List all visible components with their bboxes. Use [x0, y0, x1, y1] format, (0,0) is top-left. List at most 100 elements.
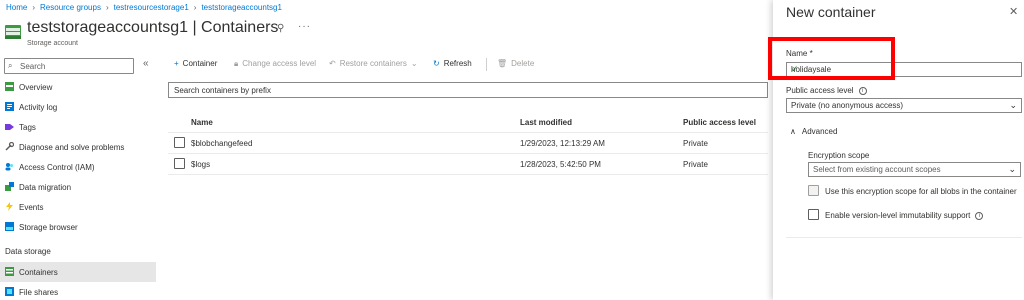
panel-divider	[786, 237, 1022, 238]
advanced-section-toggle[interactable]: ∧ Advanced	[790, 127, 837, 136]
table-row[interactable]: $logs 1/28/2023, 5:42:50 PM Private	[168, 154, 768, 175]
public-access-value: Private (no anonymous access)	[791, 101, 904, 110]
encryption-scope-dropdown[interactable]: Select from existing account scopes ⌄	[808, 162, 1021, 177]
lightning-icon	[6, 202, 13, 211]
sidebar-item-iam[interactable]: Access Control (IAM)	[0, 157, 156, 177]
immutability-checkbox-label: Enable version-level immutability suppor…	[825, 211, 984, 220]
public-access-label-text: Public access level	[786, 86, 854, 95]
page: Home › Resource groups › testresourcestorage…	[0, 0, 1024, 300]
storage-account-icon	[5, 25, 21, 39]
toolbar-divider	[486, 58, 487, 71]
lock-icon: 🔒︎	[234, 59, 239, 68]
change-access-label: Change access level	[242, 59, 317, 68]
sidebar-item-label: Data migration	[19, 183, 72, 192]
public-access-dropdown[interactable]: Private (no anonymous access) ⌄	[786, 98, 1022, 113]
chevron-right-icon: ›	[105, 3, 109, 12]
activity-log-icon	[5, 102, 14, 111]
column-header-last-modified[interactable]: Last modified	[520, 118, 572, 127]
sidebar-item-file-shares[interactable]: File shares	[0, 282, 156, 300]
trash-icon: 🗑︎	[497, 59, 508, 68]
sidebar-item-label: Diagnose and solve problems	[19, 143, 125, 152]
chevron-down-icon: ⌄	[1009, 100, 1017, 110]
sidebar-search-input[interactable]: ⌕ Search	[4, 58, 134, 74]
sidebar-item-diagnose[interactable]: Diagnose and solve problems	[0, 137, 156, 157]
sidebar-item-label: Containers	[19, 268, 58, 277]
delete-label: Delete	[511, 59, 535, 68]
breadcrumb-home[interactable]: Home	[6, 3, 27, 12]
migration-icon	[5, 182, 14, 191]
info-icon[interactable]: i	[975, 211, 984, 220]
undo-icon: ↶	[329, 59, 336, 68]
encryption-scope-label: Encryption scope	[808, 151, 870, 160]
refresh-button[interactable]: ↻ Refresh	[433, 59, 472, 68]
sidebar-item-storage-browser[interactable]: Storage browser	[0, 217, 156, 237]
collapse-sidebar-button[interactable]: «	[143, 58, 149, 69]
sidebar-section-data-storage: Data storage	[5, 247, 51, 256]
close-icon[interactable]: ✕	[1009, 5, 1018, 18]
chevron-up-icon: ∧	[790, 127, 796, 136]
more-options-icon[interactable]: ···	[298, 21, 311, 32]
container-search-input[interactable]: Search containers by prefix	[168, 82, 768, 98]
breadcrumb-storage-account[interactable]: teststorageaccountsg1	[201, 3, 282, 12]
chevron-down-icon: ⌄	[1008, 164, 1016, 174]
file-shares-icon	[5, 287, 14, 296]
sidebar-item-label: Access Control (IAM)	[19, 163, 95, 172]
refresh-icon: ↻	[433, 59, 440, 68]
people-icon	[5, 163, 13, 171]
panel-title: New container	[786, 4, 876, 20]
storage-browser-icon	[5, 222, 14, 231]
page-title: teststorageaccountsg1 | Containers	[27, 19, 279, 36]
sidebar-item-containers[interactable]: Containers	[0, 262, 156, 282]
chevron-right-icon: ›	[193, 3, 197, 12]
refresh-label: Refresh	[443, 59, 472, 68]
cell-name[interactable]: $blobchangefeed	[191, 139, 252, 148]
plus-icon: +	[174, 59, 179, 68]
row-checkbox[interactable]	[174, 137, 185, 148]
sidebar-search-placeholder: Search	[20, 62, 46, 71]
sidebar-item-label: Tags	[19, 123, 36, 132]
chevron-down-icon: ⌄	[410, 59, 418, 68]
cell-access-level: Private	[683, 160, 708, 169]
sidebar-item-label: Activity log	[19, 103, 58, 112]
tag-icon	[5, 124, 14, 130]
sidebar-item-label: Storage browser	[19, 223, 78, 232]
container-search-placeholder: Search containers by prefix	[174, 86, 271, 95]
immutability-checkbox[interactable]	[808, 209, 819, 220]
sidebar-item-events[interactable]: Events	[0, 197, 156, 217]
breadcrumb-resource-groups[interactable]: Resource groups	[40, 3, 101, 12]
breadcrumb-resource-group[interactable]: testresourcestorage1	[114, 3, 189, 12]
sidebar-item-overview[interactable]: Overview	[0, 77, 156, 97]
add-container-button[interactable]: + Container	[174, 59, 217, 68]
delete-button[interactable]: 🗑︎ Delete	[497, 59, 534, 68]
wrench-icon	[5, 142, 14, 151]
column-header-name[interactable]: Name	[191, 118, 213, 127]
add-container-label: Container	[182, 59, 218, 68]
column-header-access-level[interactable]: Public access level	[683, 118, 756, 127]
change-access-level-button[interactable]: 🔒︎ Change access level	[234, 59, 316, 69]
cell-last-modified: 1/29/2023, 12:13:29 AM	[520, 139, 605, 148]
highlight-box	[768, 37, 895, 80]
restore-containers-button[interactable]: ↶ Restore containers ⌄	[329, 59, 418, 68]
table-row[interactable]: $blobchangefeed 1/29/2023, 12:13:29 AM P…	[168, 133, 768, 154]
cell-name[interactable]: $logs	[191, 160, 210, 169]
sidebar-item-activity-log[interactable]: Activity log	[0, 97, 156, 117]
advanced-label: Advanced	[801, 127, 838, 136]
sidebar-item-label: File shares	[19, 288, 59, 297]
pin-icon[interactable]: ⚲	[277, 23, 284, 34]
immutability-checkbox-text: Enable version-level immutability suppor…	[825, 211, 971, 220]
sidebar-item-label: Overview	[19, 83, 53, 92]
info-icon[interactable]: i	[858, 86, 867, 95]
public-access-label: Public access level i	[786, 86, 867, 95]
search-icon: ⌕	[8, 61, 13, 70]
sidebar-item-data-migration[interactable]: Data migration	[0, 177, 156, 197]
encryption-scope-checkbox[interactable]	[808, 185, 819, 196]
encryption-scope-checkbox-label: Use this encryption scope for all blobs …	[825, 187, 1017, 196]
sidebar-item-label: Events	[19, 203, 44, 212]
chevron-right-icon: ›	[32, 3, 36, 12]
containers-icon	[5, 267, 14, 276]
breadcrumb: Home › Resource groups › testresourcestorage…	[6, 3, 282, 12]
encryption-scope-placeholder: Select from existing account scopes	[813, 165, 941, 174]
restore-label: Restore containers	[339, 59, 407, 68]
sidebar-item-tags[interactable]: Tags	[0, 117, 156, 137]
row-checkbox[interactable]	[174, 158, 185, 169]
